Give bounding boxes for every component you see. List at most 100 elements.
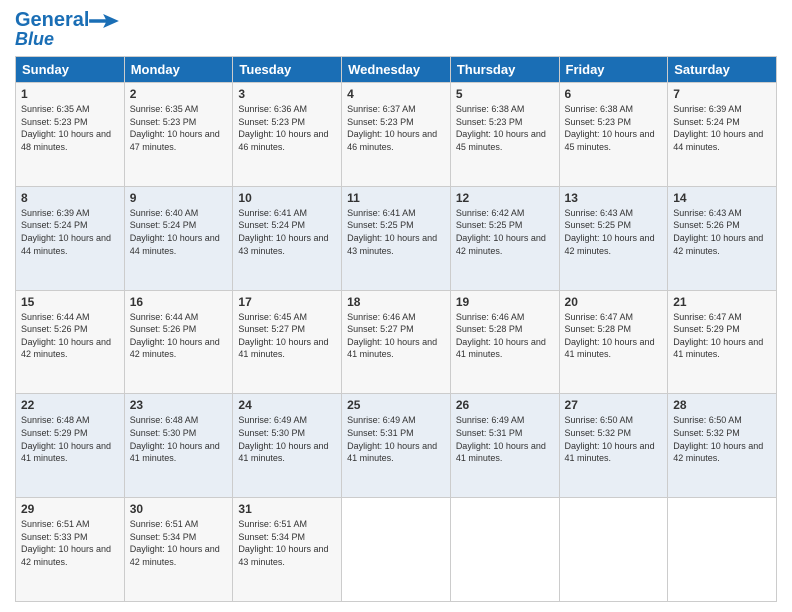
day-info: Sunrise: 6:48 AMSunset: 5:29 PMDaylight:…	[21, 414, 119, 464]
page: General Blue SundayMondayTuesdayWednesda…	[0, 0, 792, 612]
calendar-cell	[342, 498, 451, 602]
day-info: Sunrise: 6:38 AMSunset: 5:23 PMDaylight:…	[565, 103, 663, 153]
calendar-cell: 19Sunrise: 6:46 AMSunset: 5:28 PMDayligh…	[450, 290, 559, 394]
day-info: Sunrise: 6:42 AMSunset: 5:25 PMDaylight:…	[456, 207, 554, 257]
day-number: 21	[673, 295, 771, 309]
calendar-cell: 2 Sunrise: 6:35 AMSunset: 5:23 PMDaylight…	[124, 83, 233, 187]
calendar-cell: 6Sunrise: 6:38 AMSunset: 5:23 PMDaylight…	[559, 83, 668, 187]
calendar-cell: 25 Sunrise: 6:49 AMSunset: 5:31 PMDayligh…	[342, 394, 451, 498]
day-info: Sunrise: 6:44 AMSunset: 5:26 PMDaylight:…	[21, 311, 119, 361]
day-number: 28	[673, 398, 771, 412]
calendar-cell: 9 Sunrise: 6:40 AMSunset: 5:24 PMDaylight…	[124, 186, 233, 290]
day-info: Sunrise: 6:51 AMSunset: 5:33 PMDaylight:…	[21, 518, 119, 568]
calendar-cell: 21 Sunrise: 6:47 AMSunset: 5:29 PMDayligh…	[668, 290, 777, 394]
day-number: 19	[456, 295, 554, 309]
day-number: 10	[238, 191, 336, 205]
day-number: 9	[130, 191, 228, 205]
day-info: Sunrise: 6:43 AMSunset: 5:25 PMDaylight:…	[565, 207, 663, 257]
day-number: 20	[565, 295, 663, 309]
week-row-0: 1 Sunrise: 6:35 AMSunset: 5:23 PMDaylight…	[16, 83, 777, 187]
day-number: 13	[565, 191, 663, 205]
calendar-cell: 31Sunrise: 6:51 AMSunset: 5:34 PMDayligh…	[233, 498, 342, 602]
week-row-3: 22 Sunrise: 6:48 AMSunset: 5:29 PMDayligh…	[16, 394, 777, 498]
day-info: Sunrise: 6:40 AMSunset: 5:24 PMDaylight:…	[130, 207, 228, 257]
day-number: 11	[347, 191, 445, 205]
day-number: 22	[21, 398, 119, 412]
calendar-cell: 14 Sunrise: 6:43 AMSunset: 5:26 PMDayligh…	[668, 186, 777, 290]
day-info: Sunrise: 6:47 AMSunset: 5:29 PMDaylight:…	[673, 311, 771, 361]
calendar-cell: 26Sunrise: 6:49 AMSunset: 5:31 PMDayligh…	[450, 394, 559, 498]
logo-blue: Blue	[15, 30, 54, 48]
calendar-cell: 24 Sunrise: 6:49 AMSunset: 5:30 PMDayligh…	[233, 394, 342, 498]
day-number: 14	[673, 191, 771, 205]
day-number: 25	[347, 398, 445, 412]
calendar-cell: 15 Sunrise: 6:44 AMSunset: 5:26 PMDayligh…	[16, 290, 125, 394]
day-info: Sunrise: 6:50 AMSunset: 5:32 PMDaylight:…	[565, 414, 663, 464]
calendar-cell: 27 Sunrise: 6:50 AMSunset: 5:32 PMDayligh…	[559, 394, 668, 498]
calendar-cell: 28 Sunrise: 6:50 AMSunset: 5:32 PMDayligh…	[668, 394, 777, 498]
day-info: Sunrise: 6:41 AMSunset: 5:25 PMDaylight:…	[347, 207, 445, 257]
calendar-cell: 29 Sunrise: 6:51 AMSunset: 5:33 PMDayligh…	[16, 498, 125, 602]
weekday-saturday: Saturday	[668, 57, 777, 83]
calendar-cell: 4 Sunrise: 6:37 AMSunset: 5:23 PMDaylight…	[342, 83, 451, 187]
calendar-cell: 8 Sunrise: 6:39 AMSunset: 5:24 PMDaylight…	[16, 186, 125, 290]
weekday-wednesday: Wednesday	[342, 57, 451, 83]
day-number: 2	[130, 87, 228, 101]
day-number: 1	[21, 87, 119, 101]
day-info: Sunrise: 6:49 AMSunset: 5:31 PMDaylight:…	[347, 414, 445, 464]
day-info: Sunrise: 6:49 AMSunset: 5:30 PMDaylight:…	[238, 414, 336, 464]
logo-general: General	[15, 9, 89, 31]
day-number: 24	[238, 398, 336, 412]
weekday-friday: Friday	[559, 57, 668, 83]
day-info: Sunrise: 6:44 AMSunset: 5:26 PMDaylight:…	[130, 311, 228, 361]
day-number: 27	[565, 398, 663, 412]
calendar-cell: 17Sunrise: 6:45 AMSunset: 5:27 PMDayligh…	[233, 290, 342, 394]
day-number: 29	[21, 502, 119, 516]
day-number: 15	[21, 295, 119, 309]
day-info: Sunrise: 6:38 AMSunset: 5:23 PMDaylight:…	[456, 103, 554, 153]
header: General Blue	[15, 10, 777, 48]
day-info: Sunrise: 6:35 AMSunset: 5:23 PMDaylight:…	[21, 103, 119, 153]
logo-text: General	[15, 10, 89, 30]
day-info: Sunrise: 6:49 AMSunset: 5:31 PMDaylight:…	[456, 414, 554, 464]
day-number: 30	[130, 502, 228, 516]
day-number: 4	[347, 87, 445, 101]
day-info: Sunrise: 6:48 AMSunset: 5:30 PMDaylight:…	[130, 414, 228, 464]
day-number: 18	[347, 295, 445, 309]
day-info: Sunrise: 6:41 AMSunset: 5:24 PMDaylight:…	[238, 207, 336, 257]
calendar-cell: 18 Sunrise: 6:46 AMSunset: 5:27 PMDayligh…	[342, 290, 451, 394]
day-info: Sunrise: 6:37 AMSunset: 5:23 PMDaylight:…	[347, 103, 445, 153]
calendar-cell: 16 Sunrise: 6:44 AMSunset: 5:26 PMDayligh…	[124, 290, 233, 394]
day-number: 5	[456, 87, 554, 101]
day-number: 8	[21, 191, 119, 205]
day-number: 16	[130, 295, 228, 309]
day-info: Sunrise: 6:47 AMSunset: 5:28 PMDaylight:…	[565, 311, 663, 361]
calendar-cell: 1 Sunrise: 6:35 AMSunset: 5:23 PMDaylight…	[16, 83, 125, 187]
calendar-cell: 23Sunrise: 6:48 AMSunset: 5:30 PMDayligh…	[124, 394, 233, 498]
logo-arrow-icon	[89, 14, 119, 28]
calendar-cell: 10 Sunrise: 6:41 AMSunset: 5:24 PMDayligh…	[233, 186, 342, 290]
day-info: Sunrise: 6:51 AMSunset: 5:34 PMDaylight:…	[130, 518, 228, 568]
calendar-cell: 20 Sunrise: 6:47 AMSunset: 5:28 PMDayligh…	[559, 290, 668, 394]
day-number: 7	[673, 87, 771, 101]
calendar-cell: 13 Sunrise: 6:43 AMSunset: 5:25 PMDayligh…	[559, 186, 668, 290]
week-row-4: 29 Sunrise: 6:51 AMSunset: 5:33 PMDayligh…	[16, 498, 777, 602]
day-info: Sunrise: 6:46 AMSunset: 5:27 PMDaylight:…	[347, 311, 445, 361]
calendar-cell: 3Sunrise: 6:36 AMSunset: 5:23 PMDaylight…	[233, 83, 342, 187]
weekday-tuesday: Tuesday	[233, 57, 342, 83]
day-info: Sunrise: 6:39 AMSunset: 5:24 PMDaylight:…	[673, 103, 771, 153]
calendar-cell	[450, 498, 559, 602]
day-info: Sunrise: 6:36 AMSunset: 5:23 PMDaylight:…	[238, 103, 336, 153]
week-row-1: 8 Sunrise: 6:39 AMSunset: 5:24 PMDaylight…	[16, 186, 777, 290]
day-info: Sunrise: 6:43 AMSunset: 5:26 PMDaylight:…	[673, 207, 771, 257]
calendar-cell	[668, 498, 777, 602]
day-info: Sunrise: 6:35 AMSunset: 5:23 PMDaylight:…	[130, 103, 228, 153]
weekday-thursday: Thursday	[450, 57, 559, 83]
day-info: Sunrise: 6:39 AMSunset: 5:24 PMDaylight:…	[21, 207, 119, 257]
day-number: 12	[456, 191, 554, 205]
weekday-monday: Monday	[124, 57, 233, 83]
calendar-cell: 5 Sunrise: 6:38 AMSunset: 5:23 PMDaylight…	[450, 83, 559, 187]
calendar-cell: 7 Sunrise: 6:39 AMSunset: 5:24 PMDaylight…	[668, 83, 777, 187]
week-row-2: 15 Sunrise: 6:44 AMSunset: 5:26 PMDayligh…	[16, 290, 777, 394]
day-info: Sunrise: 6:50 AMSunset: 5:32 PMDaylight:…	[673, 414, 771, 464]
